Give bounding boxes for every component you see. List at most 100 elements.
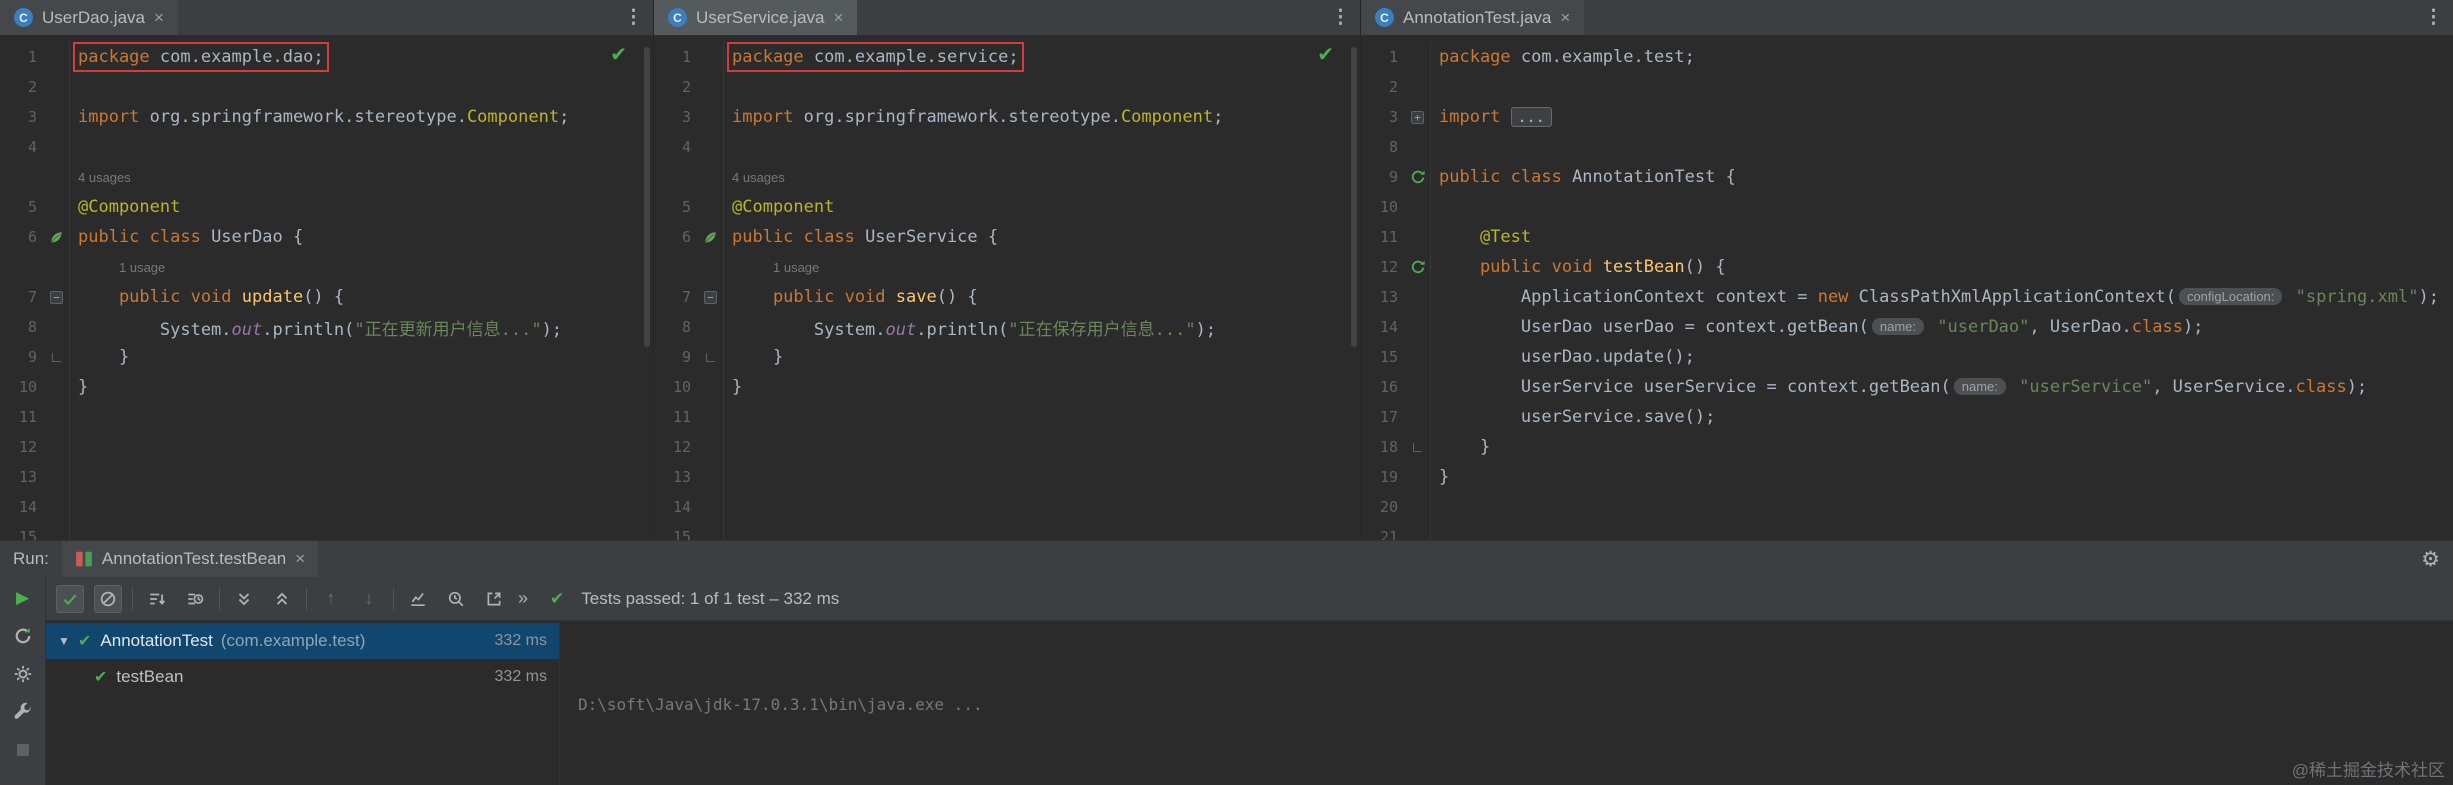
editor-userdao[interactable]: 1 package com.example.dao; 2 3 import org.sp… [0,36,653,540]
close-icon[interactable]: × [295,549,305,569]
fold-end-icon[interactable] [44,342,70,372]
line-number[interactable]: 8 [1361,138,1405,156]
bean-icon[interactable] [698,222,724,252]
line-number[interactable]: 2 [654,78,698,96]
sort-alphabetically-icon[interactable] [143,585,171,613]
rerun-failed-tests-icon[interactable] [11,624,35,648]
line-number[interactable]: 10 [654,378,698,396]
rerun-icon[interactable]: ▶ [11,586,35,610]
line-number[interactable]: 15 [1361,348,1405,366]
fold-open-icon[interactable]: − [698,282,724,312]
scrollbar-thumb[interactable] [644,47,650,347]
line-number[interactable]: 13 [1361,288,1405,306]
run-tab-annotationtest-testbean[interactable]: AnnotationTest.testBean × [61,541,319,577]
collapse-all-icon[interactable] [268,585,296,613]
fold-open-icon[interactable]: − [44,282,70,312]
line-number[interactable]: 17 [1361,408,1405,426]
test-class-row[interactable]: ▼ ✔ AnnotationTest (com.example.test) 33… [46,623,559,659]
test-method-row[interactable]: ✔ testBean 332 ms [46,659,559,695]
line-number[interactable]: 3 [654,108,698,126]
toggle-auto-test-icon[interactable] [11,662,35,686]
line-number[interactable]: 5 [654,198,698,216]
run-icon[interactable] [1405,162,1431,192]
usages-hint[interactable]: 4 usages [78,170,131,185]
more-icon[interactable]: ⋮ [624,6,643,29]
line-number[interactable]: 9 [1361,168,1405,186]
line-number[interactable]: 15 [654,528,698,540]
line-number[interactable]: 10 [1361,198,1405,216]
line-number[interactable]: 11 [1361,228,1405,246]
usages-hint[interactable]: 4 usages [732,170,785,185]
line-number[interactable]: 6 [654,228,698,246]
editor-userservice[interactable]: 1 package com.example.service; 2 3 import or… [654,36,1360,540]
console-output[interactable]: D:\soft\Java\jdk-17.0.3.1\bin\java.exe .… [560,621,2453,785]
line-number[interactable]: 14 [654,498,698,516]
tab-userservice-java[interactable]: C UserService.java × [654,0,858,35]
tab-userdao-java[interactable]: C UserDao.java × [0,0,178,35]
statistics-icon[interactable] [404,585,432,613]
line-number[interactable]: 2 [1361,78,1405,96]
bean-icon[interactable] [44,222,70,252]
line-number[interactable]: 10 [0,378,44,396]
line-number[interactable]: 4 [0,138,44,156]
wrench-icon[interactable] [11,700,35,724]
line-number[interactable]: 3 [0,108,44,126]
line-number[interactable]: 15 [0,528,44,540]
line-number[interactable]: 11 [0,408,44,426]
chevrons-more-icon[interactable]: » [518,588,530,609]
sort-by-duration-icon[interactable] [181,585,209,613]
line-number[interactable]: 8 [654,318,698,336]
test-history-icon[interactable] [442,585,470,613]
tab-annotationtest-java[interactable]: C AnnotationTest.java × [1361,0,1585,35]
close-icon[interactable]: × [1560,8,1570,28]
run-icon[interactable] [1405,252,1431,282]
line-number[interactable]: 8 [0,318,44,336]
line-number[interactable]: 12 [654,438,698,456]
line-number[interactable]: 12 [1361,258,1405,276]
line-number[interactable]: 11 [654,408,698,426]
line-number[interactable]: 9 [0,348,44,366]
line-number[interactable]: 19 [1361,468,1405,486]
line-number[interactable]: 3 [1361,108,1405,126]
usages-hint[interactable]: 1 usage [773,260,819,275]
line-number[interactable]: 4 [654,138,698,156]
line-number[interactable]: 12 [0,438,44,456]
line-number[interactable]: 1 [654,48,698,66]
expand-all-icon[interactable] [230,585,258,613]
line-number[interactable]: 6 [0,228,44,246]
show-passed-icon[interactable] [56,584,84,613]
line-number[interactable]: 13 [0,468,44,486]
expand-arrow-icon[interactable]: ▼ [58,634,78,648]
previous-failed-test-icon[interactable]: ↑ [317,585,345,613]
close-icon[interactable]: × [834,8,844,28]
line-number[interactable]: 9 [654,348,698,366]
line-number[interactable]: 21 [1361,528,1405,540]
usages-hint[interactable]: 1 usage [119,260,165,275]
line-number[interactable]: 20 [1361,498,1405,516]
gear-icon[interactable]: ⚙ [2421,547,2453,572]
line-number[interactable]: 5 [0,198,44,216]
line-number[interactable]: 16 [1361,378,1405,396]
fold-end-icon[interactable] [698,342,724,372]
line-number[interactable]: 1 [0,48,44,66]
editor-annotationtest[interactable]: 1 package com.example.test; 2 3 + import ... 8… [1361,36,2453,540]
line-number[interactable]: 7 [654,288,698,306]
line-number[interactable]: 14 [0,498,44,516]
gutter-icon [44,252,70,282]
line-number[interactable]: 14 [1361,318,1405,336]
line-number[interactable]: 13 [654,468,698,486]
fold-end-icon[interactable] [1405,432,1431,462]
fold-closed-icon[interactable]: + [1405,102,1431,132]
line-number[interactable]: 2 [0,78,44,96]
more-icon[interactable]: ⋮ [1331,6,1350,29]
line-number[interactable]: 1 [1361,48,1405,66]
folded-imports[interactable]: ... [1510,107,1552,127]
more-icon[interactable]: ⋮ [2424,6,2443,29]
close-icon[interactable]: × [154,8,164,28]
line-number[interactable]: 18 [1361,438,1405,456]
show-ignored-icon[interactable] [94,584,122,613]
next-failed-test-icon[interactable]: ↓ [355,585,383,613]
export-test-results-icon[interactable] [480,585,508,613]
scrollbar-thumb[interactable] [1351,47,1357,347]
line-number[interactable]: 7 [0,288,44,306]
